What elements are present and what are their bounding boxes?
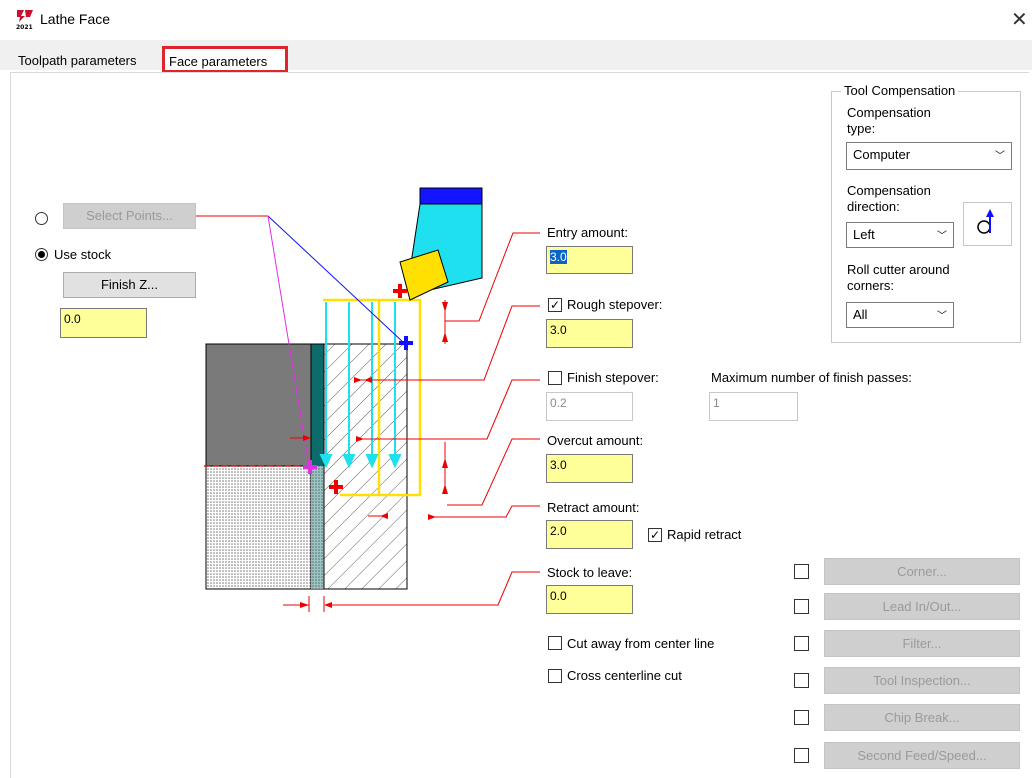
stock-to-leave-label: Stock to leave: — [547, 565, 633, 580]
finish-z-field[interactable]: 0.0 — [60, 308, 147, 338]
cross-centerline-label: Cross centerline cut — [567, 668, 682, 683]
stock-to-leave-field[interactable]: 0.0 — [546, 585, 633, 614]
rapid-retract-label: Rapid retract — [667, 527, 742, 542]
chevron-down-icon: ﹀ — [937, 231, 947, 242]
finish-stepover-checkbox[interactable] — [548, 371, 562, 385]
use-stock-label: Use stock — [54, 247, 112, 262]
filter-checkbox[interactable] — [794, 636, 809, 651]
finish-stepover-label: Finish stepover: — [567, 370, 659, 385]
corner-button[interactable]: Corner... — [824, 558, 1020, 585]
max-finish-passes-field[interactable]: 1 — [709, 392, 798, 421]
corner-checkbox[interactable] — [794, 564, 809, 579]
finish-stepover-field[interactable]: 0.2 — [546, 392, 633, 421]
roll-cutter-select[interactable]: All ﹀ — [846, 302, 954, 328]
cut-away-label: Cut away from center line — [567, 636, 715, 651]
filter-button[interactable]: Filter... — [824, 630, 1020, 657]
rough-stepover-checkbox[interactable]: ✓ — [548, 298, 562, 312]
rough-stepover-label: Rough stepover: — [567, 297, 663, 312]
overcut-amount-label: Overcut amount: — [547, 433, 644, 448]
second-feed-speed-button[interactable]: Second Feed/Speed... — [824, 742, 1020, 769]
roll-cutter-value: All — [853, 307, 868, 322]
lead-in-out-checkbox[interactable] — [794, 599, 809, 614]
chip-break-button[interactable]: Chip Break... — [824, 704, 1020, 731]
compensation-type-select[interactable]: Computer ﹀ — [846, 142, 1012, 170]
lead-in-out-button[interactable]: Lead In/Out... — [824, 593, 1020, 620]
compensation-direction-icon — [963, 202, 1012, 246]
compensation-direction-select[interactable]: Left ﹀ — [846, 222, 954, 248]
use-stock-radio[interactable] — [35, 248, 48, 261]
chevron-down-icon: ﹀ — [995, 151, 1005, 162]
compensation-type-value: Computer — [853, 147, 911, 162]
compensation-direction-value: Left — [853, 227, 875, 242]
select-points-radio[interactable] — [35, 212, 48, 225]
second-feed-speed-checkbox[interactable] — [794, 748, 809, 763]
select-points-button[interactable]: Select Points... — [63, 203, 196, 229]
overcut-amount-field[interactable]: 3.0 — [546, 454, 633, 483]
entry-amount-value: 3.0 — [550, 250, 567, 264]
chevron-down-icon: ﹀ — [937, 311, 947, 322]
rapid-retract-checkbox[interactable]: ✓ — [648, 528, 662, 542]
rough-stepover-field[interactable]: 3.0 — [546, 319, 633, 348]
retract-amount-label: Retract amount: — [547, 500, 640, 515]
finish-z-button[interactable]: Finish Z... — [63, 272, 196, 298]
compensation-type-label: Compensation type: — [847, 105, 931, 136]
cut-away-checkbox[interactable] — [548, 636, 562, 650]
entry-amount-label: Entry amount: — [547, 225, 628, 240]
retract-amount-field[interactable]: 2.0 — [546, 520, 633, 549]
chip-break-checkbox[interactable] — [794, 710, 809, 725]
radio-dot — [38, 251, 45, 258]
max-finish-passes-label: Maximum number of finish passes: — [711, 370, 912, 385]
tool-inspection-button[interactable]: Tool Inspection... — [824, 667, 1020, 694]
tool-compensation-title: Tool Compensation — [841, 83, 959, 98]
tool-inspection-checkbox[interactable] — [794, 673, 809, 688]
entry-amount-field[interactable]: 3.0 — [546, 246, 633, 274]
compensation-direction-label: Compensation direction: — [847, 183, 931, 214]
cross-centerline-checkbox[interactable] — [548, 669, 562, 683]
roll-cutter-label: Roll cutter around corners: — [847, 262, 950, 293]
